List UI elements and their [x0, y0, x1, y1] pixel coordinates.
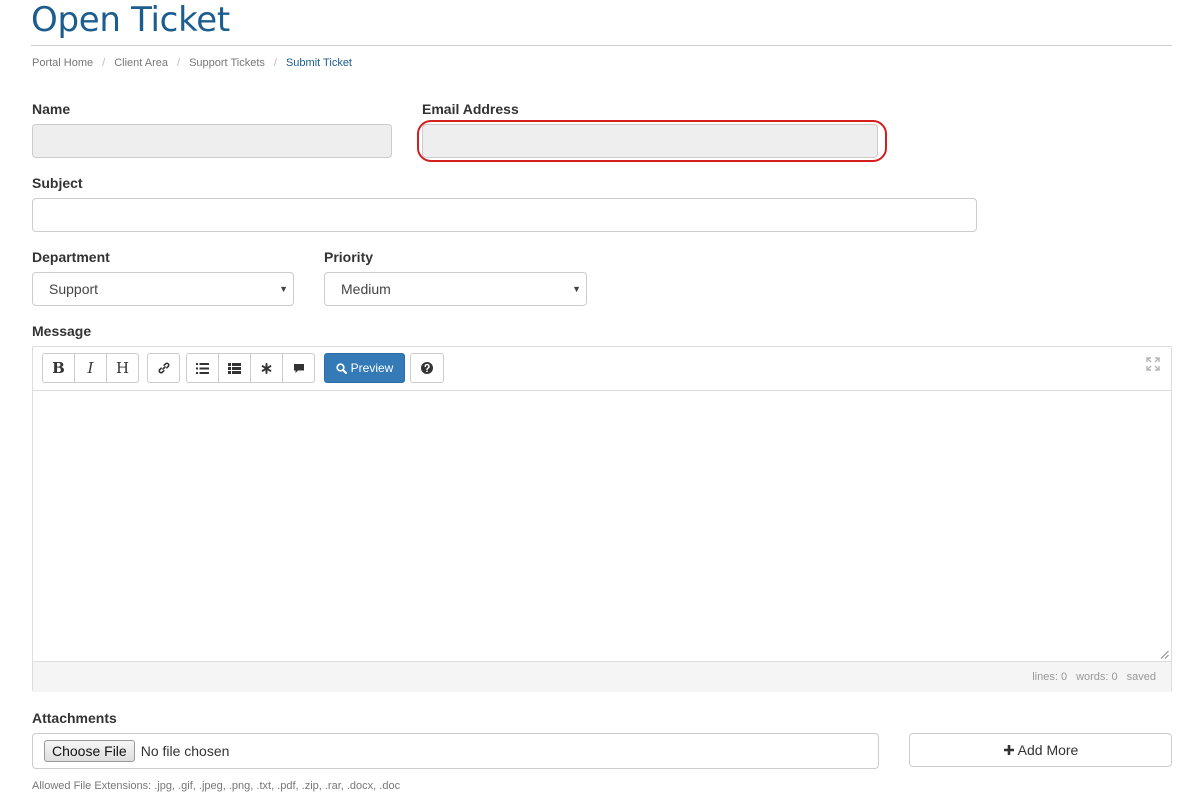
plus-icon [1003, 745, 1014, 755]
preview-button-label: Preview [350, 361, 394, 375]
asterisk-icon [261, 362, 272, 374]
email-field[interactable] [422, 124, 878, 158]
list-icon [196, 362, 209, 374]
breadcrumb-separator: / [102, 57, 106, 69]
editor-statusbar: lines: 0 words: 0 saved [33, 661, 1171, 692]
help-button[interactable] [410, 353, 444, 383]
markdown-editor: B I H Preview lines: 0 words: 0 saved [32, 346, 1172, 692]
breadcrumb-portal-home[interactable]: Portal Home [32, 55, 93, 71]
autosave-status: saved [1126, 671, 1156, 683]
editor-stats: lines: 0 words: 0 saved [1032, 671, 1156, 683]
subject-label: Subject [32, 175, 83, 191]
breadcrumb-separator: / [177, 57, 181, 69]
caret-down-icon: ▼ [279, 284, 288, 294]
word-count: words: 0 [1076, 671, 1118, 683]
title-divider [31, 45, 1172, 46]
bold-button[interactable]: B [42, 353, 75, 383]
editor-toolbar: B I H Preview [33, 347, 1171, 391]
unordered-list-button[interactable] [186, 353, 219, 383]
no-file-text: No file chosen [140, 743, 230, 759]
fullscreen-icon[interactable] [1146, 357, 1160, 371]
resize-handle-icon[interactable] [1160, 650, 1169, 659]
link-button[interactable] [147, 353, 180, 383]
department-select[interactable]: Support ▼ [32, 272, 294, 306]
priority-selected-value: Medium [341, 281, 391, 297]
attachments-label: Attachments [32, 710, 117, 726]
breadcrumb-support-tickets[interactable]: Support Tickets [189, 55, 265, 71]
list-ol-icon [228, 362, 241, 374]
message-textarea[interactable] [33, 391, 1171, 661]
add-more-button[interactable]: Add More [909, 733, 1172, 767]
preview-button[interactable]: Preview [324, 353, 405, 383]
search-icon [336, 362, 347, 374]
choose-file-button[interactable]: Choose File [44, 740, 135, 762]
format-button-group: B I H [42, 353, 139, 383]
allowed-extensions-text: Allowed File Extensions: .jpg, .gif, .jp… [32, 780, 401, 792]
breadcrumb-submit-ticket: Submit Ticket [285, 57, 352, 69]
name-label: Name [32, 101, 71, 117]
priority-label: Priority [324, 249, 374, 265]
breadcrumb-separator: / [273, 57, 277, 69]
breadcrumb-client-area[interactable]: Client Area [114, 55, 168, 71]
heading-button[interactable]: H [106, 353, 139, 383]
message-label: Message [32, 323, 92, 339]
code-button[interactable] [250, 353, 283, 383]
attachment-file-input[interactable]: Choose File No file chosen [32, 733, 879, 769]
question-circle-icon [421, 362, 433, 374]
email-label: Email Address [422, 101, 519, 117]
comment-icon [293, 363, 304, 373]
link-button-group [147, 353, 180, 383]
quote-button[interactable] [282, 353, 315, 383]
department-selected-value: Support [49, 281, 99, 297]
open-ticket-page: Open Ticket Portal Home / Client Area / … [0, 0, 1200, 800]
insert-button-group [186, 353, 315, 383]
add-more-label: Add More [1017, 742, 1079, 758]
italic-button[interactable]: I [74, 353, 107, 383]
line-count: lines: 0 [1032, 671, 1068, 683]
department-label: Department [32, 249, 110, 265]
subject-input[interactable] [32, 198, 977, 232]
ordered-list-button[interactable] [218, 353, 251, 383]
link-icon [158, 362, 169, 374]
page-title: Open Ticket [31, 0, 230, 40]
caret-down-icon: ▼ [572, 284, 581, 294]
breadcrumb: Portal Home / Client Area / Support Tick… [32, 55, 352, 71]
name-field[interactable] [32, 124, 392, 158]
priority-select[interactable]: Medium ▼ [324, 272, 587, 306]
help-button-group [410, 353, 444, 383]
